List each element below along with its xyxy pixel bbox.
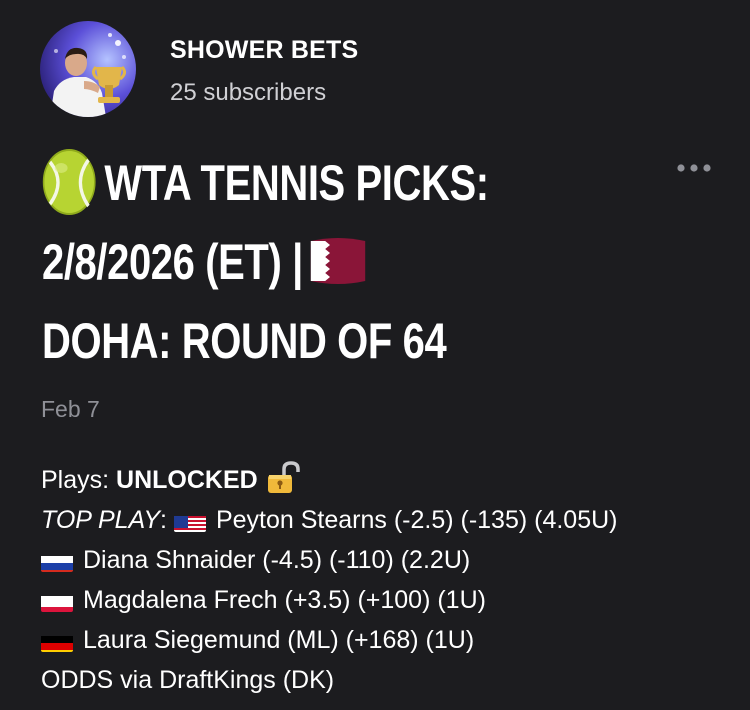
- top-play-label: TOP PLAY: [41, 506, 161, 534]
- pick-line-2: Diana Shnaider (-4.5) (-110) (2.2U): [41, 540, 618, 580]
- pick-line-4: Laura Siegemund (ML) (+168) (1U): [41, 620, 618, 660]
- channel-name[interactable]: SHOWER BETS: [170, 36, 358, 65]
- subscriber-count: 25 subscribers: [170, 79, 327, 106]
- title-line-1: WTA TENNIS PICKS:: [42, 144, 554, 223]
- plays-status: UNLOCKED: [116, 466, 258, 494]
- more-options-icon[interactable]: [676, 160, 712, 176]
- title-text-3: DOHA: ROUND OF 64: [42, 313, 447, 369]
- title-line-2: 2/8/2026 (ET) |: [42, 223, 554, 302]
- pick-line-3: Magdalena Frech (+3.5) (+100) (1U): [41, 580, 618, 620]
- poland-flag-icon: [41, 590, 73, 612]
- germany-flag-icon: [41, 630, 73, 652]
- tennis-ball-icon: [42, 148, 96, 216]
- pick-text-4: Laura Siegemund (ML) (+168) (1U): [83, 626, 475, 654]
- channel-avatar[interactable]: [40, 21, 136, 117]
- top-play-colon: :: [160, 506, 167, 534]
- pick-text-2: Diana Shnaider (-4.5) (-110) (2.2U): [83, 546, 471, 574]
- pick-text-1: Peyton Stearns (-2.5) (-135) (4.05U): [215, 506, 618, 534]
- pick-text-3: Magdalena Frech (+3.5) (+100) (1U): [83, 586, 486, 614]
- russia-flag-icon: [41, 550, 73, 572]
- post-body: Plays: UNLOCKED TOP PLAY: Peyton Stearns…: [41, 460, 618, 700]
- plays-line: Plays: UNLOCKED: [41, 460, 618, 500]
- post-title: WTA TENNIS PICKS: 2/8/2026 (ET) | DOHA: …: [42, 144, 554, 381]
- title-text-1: WTA TENNIS PICKS:: [104, 155, 489, 211]
- post-date: Feb 7: [41, 396, 100, 422]
- top-play-line: TOP PLAY: Peyton Stearns (-2.5) (-135) (…: [41, 500, 618, 540]
- odds-note: ODDS via DraftKings (DK): [41, 666, 335, 694]
- plays-label: Plays:: [41, 466, 110, 494]
- title-line-3: DOHA: ROUND OF 64: [42, 302, 554, 381]
- title-text-2: 2/8/2026 (ET) |: [42, 234, 303, 290]
- qatar-flag-icon: [308, 231, 369, 284]
- unlocked-lock-icon: [266, 460, 302, 494]
- usa-flag-icon: [173, 510, 206, 532]
